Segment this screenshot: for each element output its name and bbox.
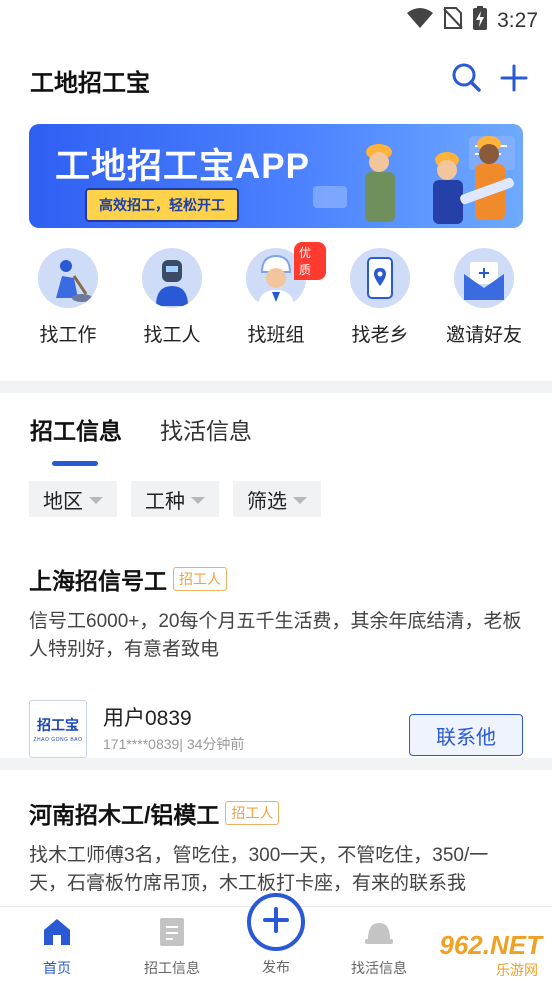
watermark-sub: 乐游网 [496, 962, 538, 978]
job-title: 河南招木工/铝模工 [29, 802, 220, 828]
poster-name: 用户0839 [103, 707, 192, 730]
quick-label: 邀请好友 [445, 325, 522, 346]
hard-hat-icon [363, 917, 395, 952]
nav-label: 发布 [262, 959, 290, 975]
section-divider [0, 758, 552, 770]
caret-down-icon [191, 496, 205, 504]
banner-title: 工地招工宝APP [55, 147, 310, 186]
tab-find-work-info[interactable]: 找活信息 [160, 412, 252, 446]
add-icon[interactable] [500, 64, 528, 97]
avatar-logo-sub: ZHAO GONG BAO [33, 737, 83, 743]
watermark-text: 962.NET [439, 930, 542, 960]
phone-location-icon [350, 248, 410, 308]
tab-recruit-info[interactable]: 招工信息 [30, 412, 122, 446]
filter-region[interactable]: 地区 [29, 481, 117, 517]
job-card[interactable]: 河南招木工/铝模工 招工人 找木工师傅3名，管吃住，300一天，不管吃住，350… [29, 796, 523, 906]
search-icon[interactable] [452, 63, 482, 98]
promo-banner[interactable]: 工地招工宝APP 高效招工，轻松开工 [29, 124, 523, 228]
filter-label: 地区 [43, 490, 83, 513]
job-description: 信号工6000+，20每个月五千生活费，其余年底结清，老板人特别好，有意者致电 [29, 611, 522, 660]
wifi-icon [407, 7, 434, 34]
quick-label: 找工作 [39, 325, 97, 346]
nav-label: 招工信息 [144, 960, 200, 976]
filter-label: 筛选 [247, 490, 287, 513]
job-tag: 招工人 [173, 567, 227, 591]
poster-row: 招工宝 ZHAO GONG BAO 用户0839 171****0839| 34… [29, 698, 523, 758]
tab-active-indicator [52, 461, 98, 466]
no-sim-icon [443, 6, 463, 35]
quick-find-job[interactable]: 找工作 [18, 248, 118, 347]
battery-charging-icon [473, 6, 488, 35]
quick-label: 找老乡 [351, 325, 409, 346]
info-tabs: 招工信息 找活信息 [30, 412, 252, 446]
section-divider [0, 381, 552, 393]
chat-bubble-icon [313, 186, 347, 208]
filter-more[interactable]: 筛选 [233, 481, 321, 517]
filter-label: 工种 [145, 490, 185, 513]
nav-label: 找活信息 [351, 960, 407, 976]
quick-label: 找班组 [247, 325, 305, 346]
quality-badge: 优质 [294, 242, 326, 280]
status-bar: 3:27 [0, 0, 552, 40]
caret-down-icon [293, 496, 307, 504]
job-title: 上海招信号工 [29, 568, 167, 594]
avatar-logo-text: 招工宝 [37, 717, 79, 733]
contact-button[interactable]: 联系他 [409, 714, 523, 756]
filter-bar: 地区 工种 筛选 [29, 481, 321, 517]
quick-find-hometown[interactable]: 找老乡 [330, 248, 430, 347]
document-icon [158, 917, 186, 952]
nav-label: 首页 [43, 960, 71, 976]
job-card[interactable]: 上海招信号工 招工人 信号工6000+，20每个月五千生活费，其余年底结清，老板… [29, 562, 523, 758]
filter-trade[interactable]: 工种 [131, 481, 219, 517]
watermark-logo: 962.NET 乐游网 [406, 930, 546, 980]
app-title: 工地招工宝 [30, 69, 150, 97]
welder-icon [142, 248, 202, 308]
caret-down-icon [89, 496, 103, 504]
plus-circle-icon [262, 906, 290, 939]
worker-digging-icon [38, 248, 98, 308]
job-tag: 招工人 [225, 801, 280, 825]
nav-recruit-info[interactable]: 招工信息 [127, 917, 217, 978]
envelope-invite-icon [454, 248, 514, 308]
quick-entries: 找工作 找工人 优质 找班组 找老乡 邀请好友 [18, 242, 534, 347]
job-description: 找木工师傅3名，管吃住，300一天，不管吃住，350/一天，石膏板竹席吊顶，木工… [29, 845, 489, 894]
status-time: 3:27 [497, 8, 538, 32]
publish-button[interactable] [247, 893, 305, 951]
nav-home[interactable]: 首页 [12, 917, 102, 978]
banner-tagline: 高效招工，轻松开工 [85, 188, 239, 222]
quick-label: 找工人 [143, 325, 201, 346]
home-icon [41, 917, 73, 952]
workers-illustration-icon [365, 136, 514, 224]
app-header: 工地招工宝 [30, 58, 528, 102]
quick-invite-friends[interactable]: 邀请好友 [434, 248, 534, 347]
poster-meta: 171****0839| 34分钟前 [103, 736, 245, 752]
quick-find-worker[interactable]: 找工人 [122, 248, 222, 347]
quick-find-team[interactable]: 优质 找班组 [226, 242, 326, 347]
avatar: 招工宝 ZHAO GONG BAO [29, 700, 87, 758]
